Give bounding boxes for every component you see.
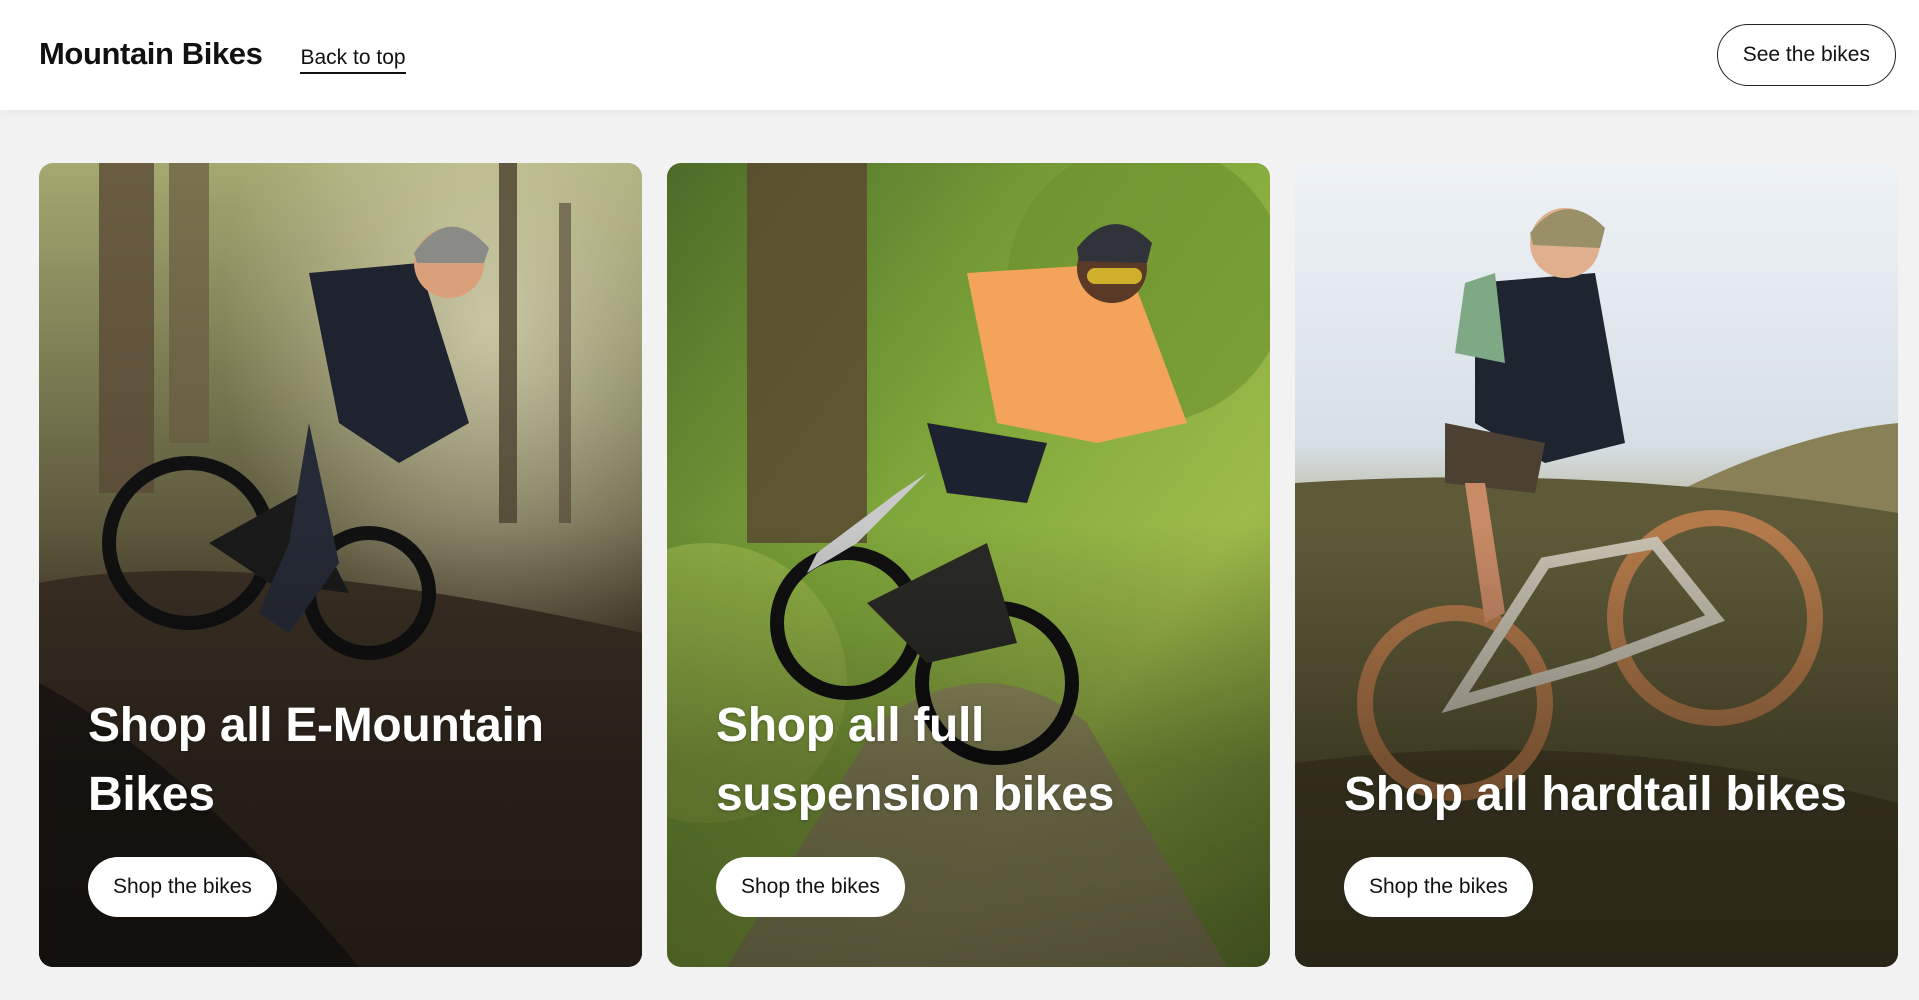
shop-the-bikes-button[interactable]: Shop the bikes	[1344, 857, 1533, 917]
header-left-group: Mountain Bikes Back to top	[39, 36, 406, 74]
card-heading: Shop all hardtail bikes	[1344, 768, 1847, 821]
site-header: Mountain Bikes Back to top See the bikes	[0, 0, 1919, 110]
card-heading: Shop all full suspension bikes	[716, 699, 1114, 821]
card-e-mountain-bikes[interactable]: Shop all E-Mountain Bikes Shop the bikes	[39, 163, 642, 967]
shop-the-bikes-button[interactable]: Shop the bikes	[88, 857, 277, 917]
card-content: Shop all full suspension bikes Shop the …	[716, 691, 1240, 917]
category-cards: Shop all E-Mountain Bikes Shop the bikes	[39, 163, 1898, 967]
card-heading: Shop all E-Mountain Bikes	[88, 699, 544, 821]
see-the-bikes-button[interactable]: See the bikes	[1716, 24, 1896, 86]
shop-the-bikes-button[interactable]: Shop the bikes	[716, 857, 905, 917]
card-content: Shop all hardtail bikes Shop the bikes	[1344, 760, 1868, 917]
page-title: Mountain Bikes	[39, 36, 263, 71]
back-to-top-link[interactable]: Back to top	[300, 46, 406, 74]
card-content: Shop all E-Mountain Bikes Shop the bikes	[88, 691, 612, 917]
card-full-suspension-bikes[interactable]: Shop all full suspension bikes Shop the …	[667, 163, 1270, 967]
card-hardtail-bikes[interactable]: Shop all hardtail bikes Shop the bikes	[1295, 163, 1898, 967]
